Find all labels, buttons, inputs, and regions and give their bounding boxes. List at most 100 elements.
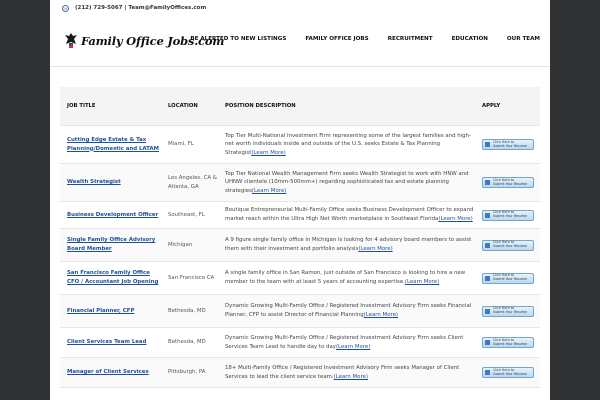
jobs-table: JOB TITLE LOCATION POSITION DESCRIPTION …	[60, 87, 540, 388]
table-row: Single Family Office Advisory Board Memb…	[60, 228, 540, 262]
learn-more-link[interactable]: (Learn More)	[251, 150, 285, 156]
location-cell: Bethesda, MD	[161, 327, 218, 358]
document-icon	[485, 308, 490, 314]
submit-resume-line2: Submit Your Resume	[493, 143, 528, 148]
nav-education[interactable]: EDUCATION	[452, 36, 488, 42]
learn-more-link[interactable]: (Learn More)	[334, 374, 368, 380]
apply-cell: Click Here to Submit Your Resume	[475, 357, 540, 388]
submit-resume-line2: Submit Your Resume	[493, 310, 528, 314]
submit-resume-line2: Submit Your Resume	[493, 244, 528, 248]
learn-more-link[interactable]: (Learn More)	[438, 216, 472, 222]
submit-resume-button[interactable]: Click Here to Submit Your Resume	[482, 177, 534, 188]
job-title-cell: Cutting Edge Estate & Tax Planning/Domes…	[60, 125, 161, 164]
document-icon	[485, 242, 490, 248]
jobs-table-body: Cutting Edge Estate & Tax Planning/Domes…	[60, 125, 540, 388]
submit-resume-label: Click Here to Submit Your Resume	[493, 140, 528, 149]
table-header-row: JOB TITLE LOCATION POSITION DESCRIPTION …	[60, 87, 540, 126]
document-icon	[485, 275, 490, 281]
description-text: Boutique Entrepreneurial Multi-Family Of…	[225, 207, 474, 222]
description-cell: A single family office in San Ramon, jus…	[218, 261, 475, 295]
description-cell: Dynamic Growing Multi-Family Office / Re…	[218, 327, 475, 358]
submit-resume-button[interactable]: Click Here to Submit Your Resume	[482, 337, 534, 348]
submit-resume-label: Click Here to Submit Your Resume	[493, 368, 527, 377]
submit-resume-label: Click Here to Submit Your Resume	[493, 240, 528, 249]
submit-resume-label: Click Here to Submit Your Resume	[493, 273, 528, 282]
submit-resume-label: Click Here to Submit Your Resume	[493, 178, 528, 187]
apply-cell: Click Here to Submit Your Resume	[475, 327, 540, 358]
location-cell: Southeast, FL	[161, 201, 218, 229]
document-icon	[485, 340, 490, 345]
location-cell: San Francisco CA	[161, 261, 218, 295]
header-location: LOCATION	[161, 87, 218, 126]
submit-resume-button[interactable]: Click Here to Submit Your Resume	[482, 209, 534, 221]
job-title-cell: Business Development Officer	[60, 201, 161, 229]
nav-recruitment[interactable]: RECRUITMENT	[388, 36, 433, 42]
submit-resume-button[interactable]: Click Here to Submit Your Resume	[482, 239, 534, 251]
apply-cell: Click Here to Submit Your Resume	[475, 201, 540, 229]
table-row: Cutting Edge Estate & Tax Planning/Domes…	[60, 125, 540, 164]
description-cell: 18+ Multi-Family Office / Registered Inv…	[218, 357, 475, 388]
description-cell: Top Tier Multi-National Investment Firm …	[218, 125, 475, 164]
description-cell: Top Tier National Wealth Management Firm…	[218, 163, 475, 202]
eagle-icon	[65, 33, 77, 48]
job-title-link[interactable]: Single Family Office Advisory Board Memb…	[67, 237, 155, 252]
description-text: A 9 figure single family office in Michi…	[225, 237, 472, 252]
nav-our-team[interactable]: OUR TEAM	[507, 36, 540, 42]
description-text: Dynamic Growing Multi-Family Office / Re…	[225, 303, 472, 318]
apply-cell: Click Here to Submit Your Resume	[475, 261, 540, 295]
learn-more-link[interactable]: (Learn More)	[364, 312, 398, 318]
submit-resume-line2: Submit Your Resume	[493, 341, 528, 346]
document-icon	[485, 142, 490, 147]
description-cell: Dynamic Growing Multi-Family Office / Re…	[218, 294, 475, 328]
submit-resume-button[interactable]: Click Here to Submit Your Resume	[482, 139, 534, 150]
job-title-cell: Financial Planner, CFP	[60, 294, 161, 328]
location-cell: Bethesda, MD	[161, 294, 218, 328]
document-icon	[485, 180, 490, 185]
job-title-cell: Single Family Office Advisory Board Memb…	[60, 228, 161, 262]
job-title-cell: Client Services Team Lead	[60, 327, 161, 358]
job-title-link[interactable]: Cutting Edge Estate & Tax Planning/Domes…	[67, 137, 159, 152]
learn-more-link[interactable]: (Learn More)	[405, 279, 439, 285]
learn-more-link[interactable]: (Learn More)	[358, 246, 392, 252]
apply-cell: Click Here to Submit Your Resume	[475, 294, 540, 328]
document-icon	[485, 212, 490, 218]
table-row: Client Services Team Lead Bethesda, MD Dyn…	[60, 327, 540, 358]
apply-cell: Click Here to Submit Your Resume	[475, 125, 540, 164]
job-title-link[interactable]: Manager of Client Services	[67, 369, 149, 375]
job-title-link[interactable]: Business Development Officer	[67, 212, 158, 218]
header-description: POSITION DESCRIPTION	[218, 87, 475, 126]
main-nav: BE ALERTED TO NEW LISTINGS FAMILY OFFICE…	[171, 16, 540, 62]
top-contact-bar: ☏ (212) 729-5067 | Team@FamilyOffices.co…	[50, 0, 550, 16]
nav-family-office-jobs[interactable]: FAMILY OFFICE JOBS	[305, 36, 368, 42]
location-cell: Miami, FL	[161, 125, 218, 164]
submit-resume-button[interactable]: Click Here to Submit Your Resume	[482, 272, 534, 284]
job-title-link[interactable]: Wealth Strategist	[67, 179, 121, 185]
site-header: Family Office Jobs.com BE ALERTED TO NEW…	[50, 16, 550, 67]
table-row: Financial Planner, CFP Bethesda, MD Dynami…	[60, 294, 540, 328]
submit-resume-button[interactable]: Click Here to Submit Your Resume	[482, 367, 534, 378]
apply-cell: Click Here to Submit Your Resume	[475, 163, 540, 202]
table-row: San Francisco Family Office CFO / Accoun…	[60, 261, 540, 295]
submit-resume-line2: Submit Your Resume	[493, 214, 528, 218]
job-title-link[interactable]: San Francisco Family Office CFO / Accoun…	[67, 270, 158, 285]
submit-resume-label: Click Here to Submit Your Resume	[493, 338, 528, 347]
jobs-table-container: JOB TITLE LOCATION POSITION DESCRIPTION …	[60, 87, 540, 388]
submit-resume-line2: Submit Your Resume	[493, 181, 528, 186]
job-title-cell: Manager of Client Services	[60, 357, 161, 388]
submit-resume-button[interactable]: Click Here to Submit Your Resume	[482, 305, 534, 317]
submit-resume-label: Click Here to Submit Your Resume	[493, 306, 528, 315]
location-cell: Pittsburgh, PA	[161, 357, 218, 388]
job-title-link[interactable]: Client Services Team Lead	[67, 339, 146, 345]
learn-more-link[interactable]: (Learn More)	[336, 344, 370, 350]
header-apply: APPLY	[475, 87, 540, 126]
submit-resume-label: Click Here to Submit Your Resume	[493, 210, 528, 219]
phone-icon: ☏	[62, 4, 69, 12]
nav-alerts[interactable]: BE ALERTED TO NEW LISTINGS	[190, 36, 286, 42]
document-icon	[485, 370, 490, 375]
submit-resume-line2: Submit Your Resume	[493, 277, 528, 281]
learn-more-link[interactable]: (Learn More)	[252, 188, 286, 194]
apply-cell: Click Here to Submit Your Resume	[475, 228, 540, 262]
job-title-link[interactable]: Financial Planner, CFP	[67, 308, 134, 314]
header-job-title: JOB TITLE	[60, 87, 161, 126]
description-cell: Boutique Entrepreneurial Multi-Family Of…	[218, 201, 475, 229]
